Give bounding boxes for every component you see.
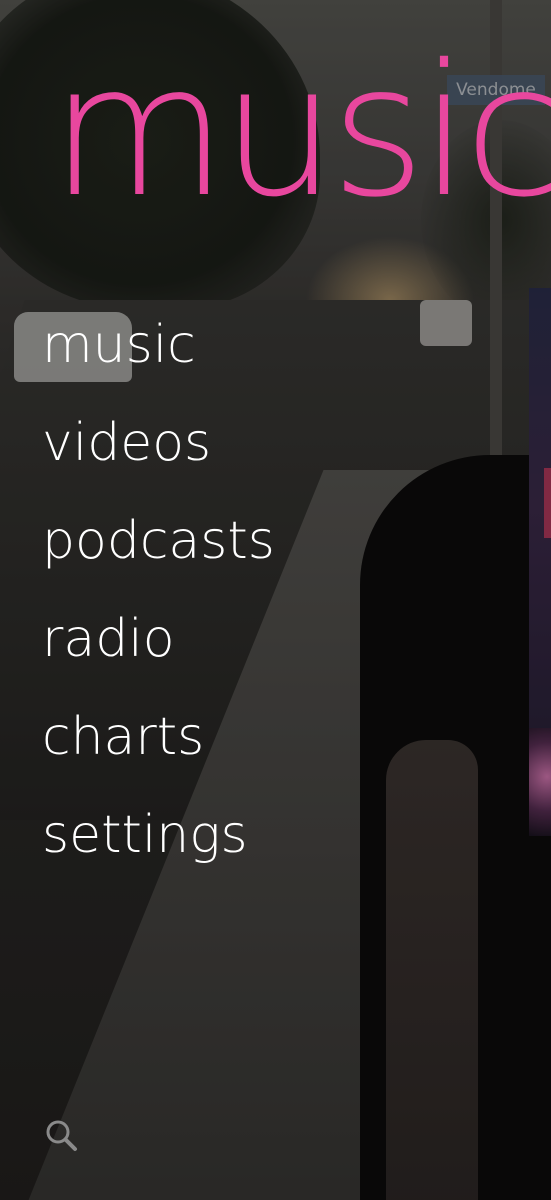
app-title: music [50,25,551,237]
menu-item-podcasts[interactable]: podcasts [42,508,275,606]
menu-item-music[interactable]: music [42,312,275,410]
menu-item-radio[interactable]: radio [42,606,275,704]
search-icon [46,1120,77,1151]
menu-item-charts[interactable]: charts [42,704,275,802]
search-button[interactable] [44,1118,84,1158]
main-menu: music videos podcasts radio charts setti… [42,312,275,900]
menu-item-videos[interactable]: videos [42,410,275,508]
menu-item-settings[interactable]: settings [42,802,275,900]
